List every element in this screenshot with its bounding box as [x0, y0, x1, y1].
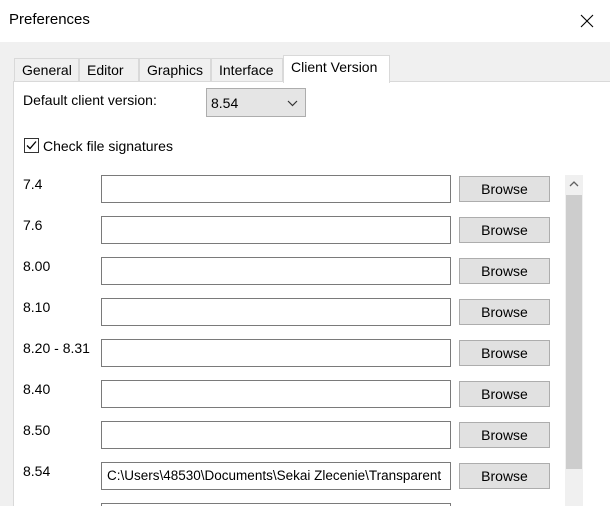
tab-editor[interactable]: Editor	[79, 58, 139, 82]
browse-button-8-00[interactable]: Browse	[459, 258, 550, 284]
chevron-down-icon	[287, 100, 298, 107]
close-icon	[580, 14, 594, 28]
window-title: Preferences	[9, 11, 90, 28]
scrollbar-thumb[interactable]	[566, 195, 582, 469]
tab-interface[interactable]: Interface	[211, 58, 283, 82]
browse-button-8-40[interactable]: Browse	[459, 381, 550, 407]
close-button[interactable]	[564, 0, 610, 42]
tab-client-version[interactable]: Client Version	[283, 55, 390, 83]
chevron-up-icon	[569, 181, 579, 187]
browse-button-7-4[interactable]: Browse	[459, 176, 550, 202]
version-label-8-54: 8.54	[23, 463, 51, 479]
path-input-8-00[interactable]	[101, 257, 451, 285]
default-client-version-select[interactable]: 8.54	[206, 88, 306, 117]
path-input-8-54[interactable]: C:\Users\48530\Documents\Sekai Zlecenie\…	[101, 462, 451, 490]
path-input-8-50[interactable]	[101, 421, 451, 449]
path-input-8-40[interactable]	[101, 380, 451, 408]
check-file-signatures-checkbox[interactable]	[24, 138, 39, 153]
version-label-7-4: 7.4	[23, 176, 43, 192]
default-client-version-label: Default client version:	[23, 92, 157, 108]
path-input-7-6[interactable]	[101, 216, 451, 244]
browse-button-8-10[interactable]: Browse	[459, 299, 550, 325]
tab-graphics[interactable]: Graphics	[139, 58, 211, 82]
version-label-8-10: 8.10	[23, 299, 51, 315]
check-file-signatures-label: Check file signatures	[43, 138, 173, 154]
default-client-version-value: 8.54	[211, 95, 239, 111]
browse-button-7-6[interactable]: Browse	[459, 217, 550, 243]
browse-button-8-50[interactable]: Browse	[459, 422, 550, 448]
version-label-8-20-8-31: 8.20 - 8.31	[23, 340, 90, 356]
path-input-8-10[interactable]	[101, 298, 451, 326]
browse-button-8-20-8-31[interactable]: Browse	[459, 340, 550, 366]
tab-general[interactable]: General	[14, 58, 79, 82]
version-label-7-6: 7.6	[23, 217, 43, 233]
scroll-up-button[interactable]	[565, 175, 583, 193]
vertical-scrollbar[interactable]	[565, 175, 583, 506]
preferences-window: Preferences General Editor Graphics Inte…	[0, 0, 610, 506]
version-label-8-40: 8.40	[23, 381, 51, 397]
path-input-7-4[interactable]	[101, 175, 451, 203]
checkmark-icon	[26, 141, 37, 150]
browse-button-8-54[interactable]: Browse	[459, 463, 550, 489]
version-label-8-50: 8.50	[23, 422, 51, 438]
path-input-8-20-8-31[interactable]	[101, 339, 451, 367]
title-bar: Preferences	[0, 0, 610, 42]
version-label-8-00: 8.00	[23, 258, 51, 274]
